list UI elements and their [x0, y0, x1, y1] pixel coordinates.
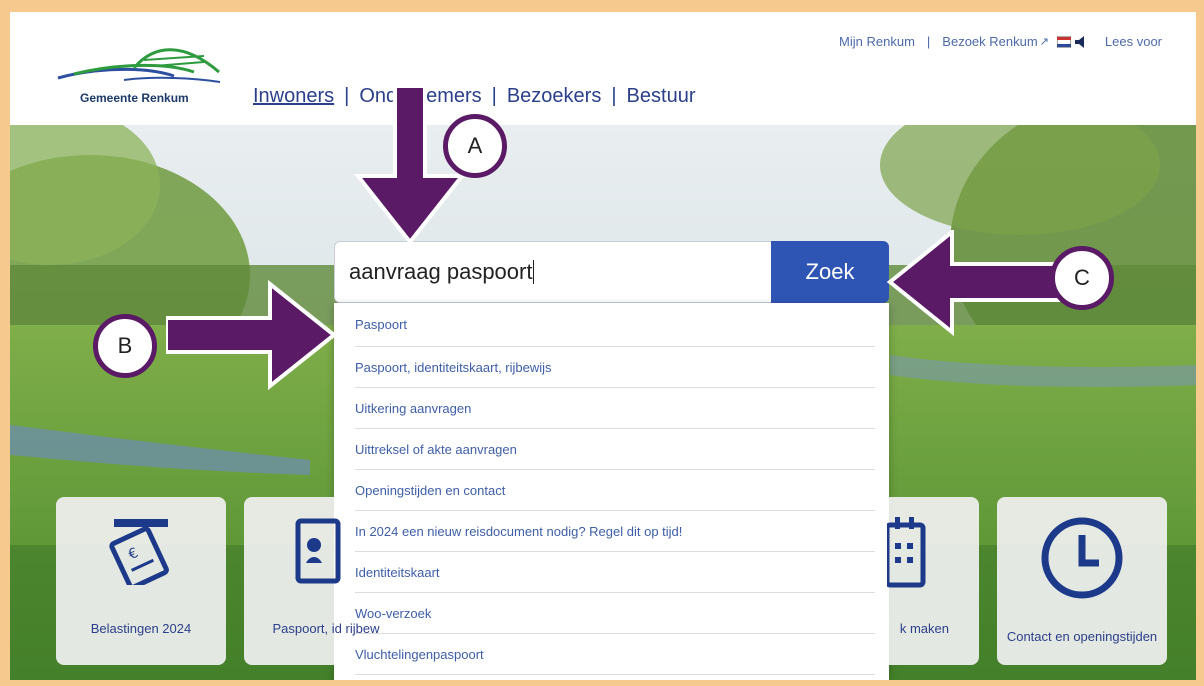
callout-c: C [1050, 246, 1114, 310]
flag-icon [1056, 36, 1071, 48]
callout-a: A [443, 114, 507, 178]
tile-label: Contact en openingstijden [1006, 629, 1158, 644]
tile-paspoort[interactable]: Paspoort, id rijbew [244, 497, 379, 665]
callout-b: B [93, 314, 157, 378]
suggestion-item[interactable]: Uitkering aanvragen [355, 388, 875, 429]
suggestion-item[interactable]: In 2024 een nieuw reisdocument nodig? Re… [355, 511, 875, 552]
nav-separator: | [611, 85, 617, 107]
bezoek-renkum-link[interactable]: Bezoek Renkum [942, 34, 1037, 49]
calendar-icon [884, 515, 931, 592]
site-header: Gemeente Renkum Inwoners | Ondernemers |… [10, 12, 1196, 125]
text-caret [533, 260, 535, 284]
logo-graphic [57, 48, 221, 83]
tile-label: Belastingen 2024 [90, 621, 192, 636]
top-link-separator: | [926, 34, 931, 49]
gemeente-renkum-logo[interactable]: Gemeente Renkum [54, 38, 224, 118]
search-suggestions-dropdown: Paspoort Paspoort, identiteitskaart, rij… [334, 303, 889, 680]
suggestion-item[interactable]: Paspoort [355, 303, 875, 347]
nav-item-inwoners[interactable]: Inwoners [253, 85, 334, 108]
suggestion-item[interactable]: Uittreksel of akte aanvragen [355, 429, 875, 470]
suggestion-item[interactable]: Openingstijden en contact [355, 470, 875, 511]
browser-frame: Gemeente Renkum Inwoners | Ondernemers |… [10, 12, 1196, 680]
svg-text:€: € [126, 545, 141, 563]
tile-label: Paspoort, id rijbew [272, 621, 380, 636]
arrow-right-annotation [166, 280, 338, 390]
passport-icon [284, 515, 344, 590]
tax-card-icon: € [106, 515, 176, 590]
suggestion-item[interactable]: Vluchtelingenpaspoort [355, 634, 875, 675]
nav-separator: | [344, 85, 350, 107]
main-nav: Inwoners | Ondernemers | Bezoekers | Bes… [253, 85, 695, 108]
speaker-icon[interactable] [1074, 35, 1087, 48]
clock-icon [1039, 515, 1125, 604]
nav-item-bestuur[interactable]: Bestuur [627, 85, 696, 108]
external-link-icon: ↗ [1039, 36, 1049, 48]
tile-contact[interactable]: Contact en openingstijden [997, 497, 1167, 665]
tile-label: k maken [899, 621, 949, 636]
suggestion-item[interactable]: Identiteitskaart [355, 552, 875, 593]
arrow-left-annotation [886, 230, 1060, 336]
nav-item-bezoekers[interactable]: Bezoekers [507, 85, 602, 108]
top-links: Mijn Renkum | Bezoek Renkum ↗ Lees voor [839, 34, 1162, 49]
search-button[interactable]: Zoek [771, 241, 889, 303]
tile-belastingen[interactable]: € Belastingen 2024 [56, 497, 226, 665]
mijn-renkum-link[interactable]: Mijn Renkum [839, 34, 915, 49]
read-aloud-link[interactable]: Lees voor [1105, 34, 1162, 49]
suggestion-item[interactable]: Paspoort, identiteitskaart, rijbewijs [355, 347, 875, 388]
nav-separator: | [491, 85, 497, 107]
suggestion-item[interactable]: Woo-verzoek [355, 593, 875, 634]
logo-text: Gemeente Renkum [80, 91, 189, 105]
search-input[interactable]: aanvraag paspoort [334, 241, 772, 303]
search-input-value: aanvraag paspoort [349, 259, 533, 284]
tile-afspraak[interactable]: k maken [884, 497, 979, 665]
